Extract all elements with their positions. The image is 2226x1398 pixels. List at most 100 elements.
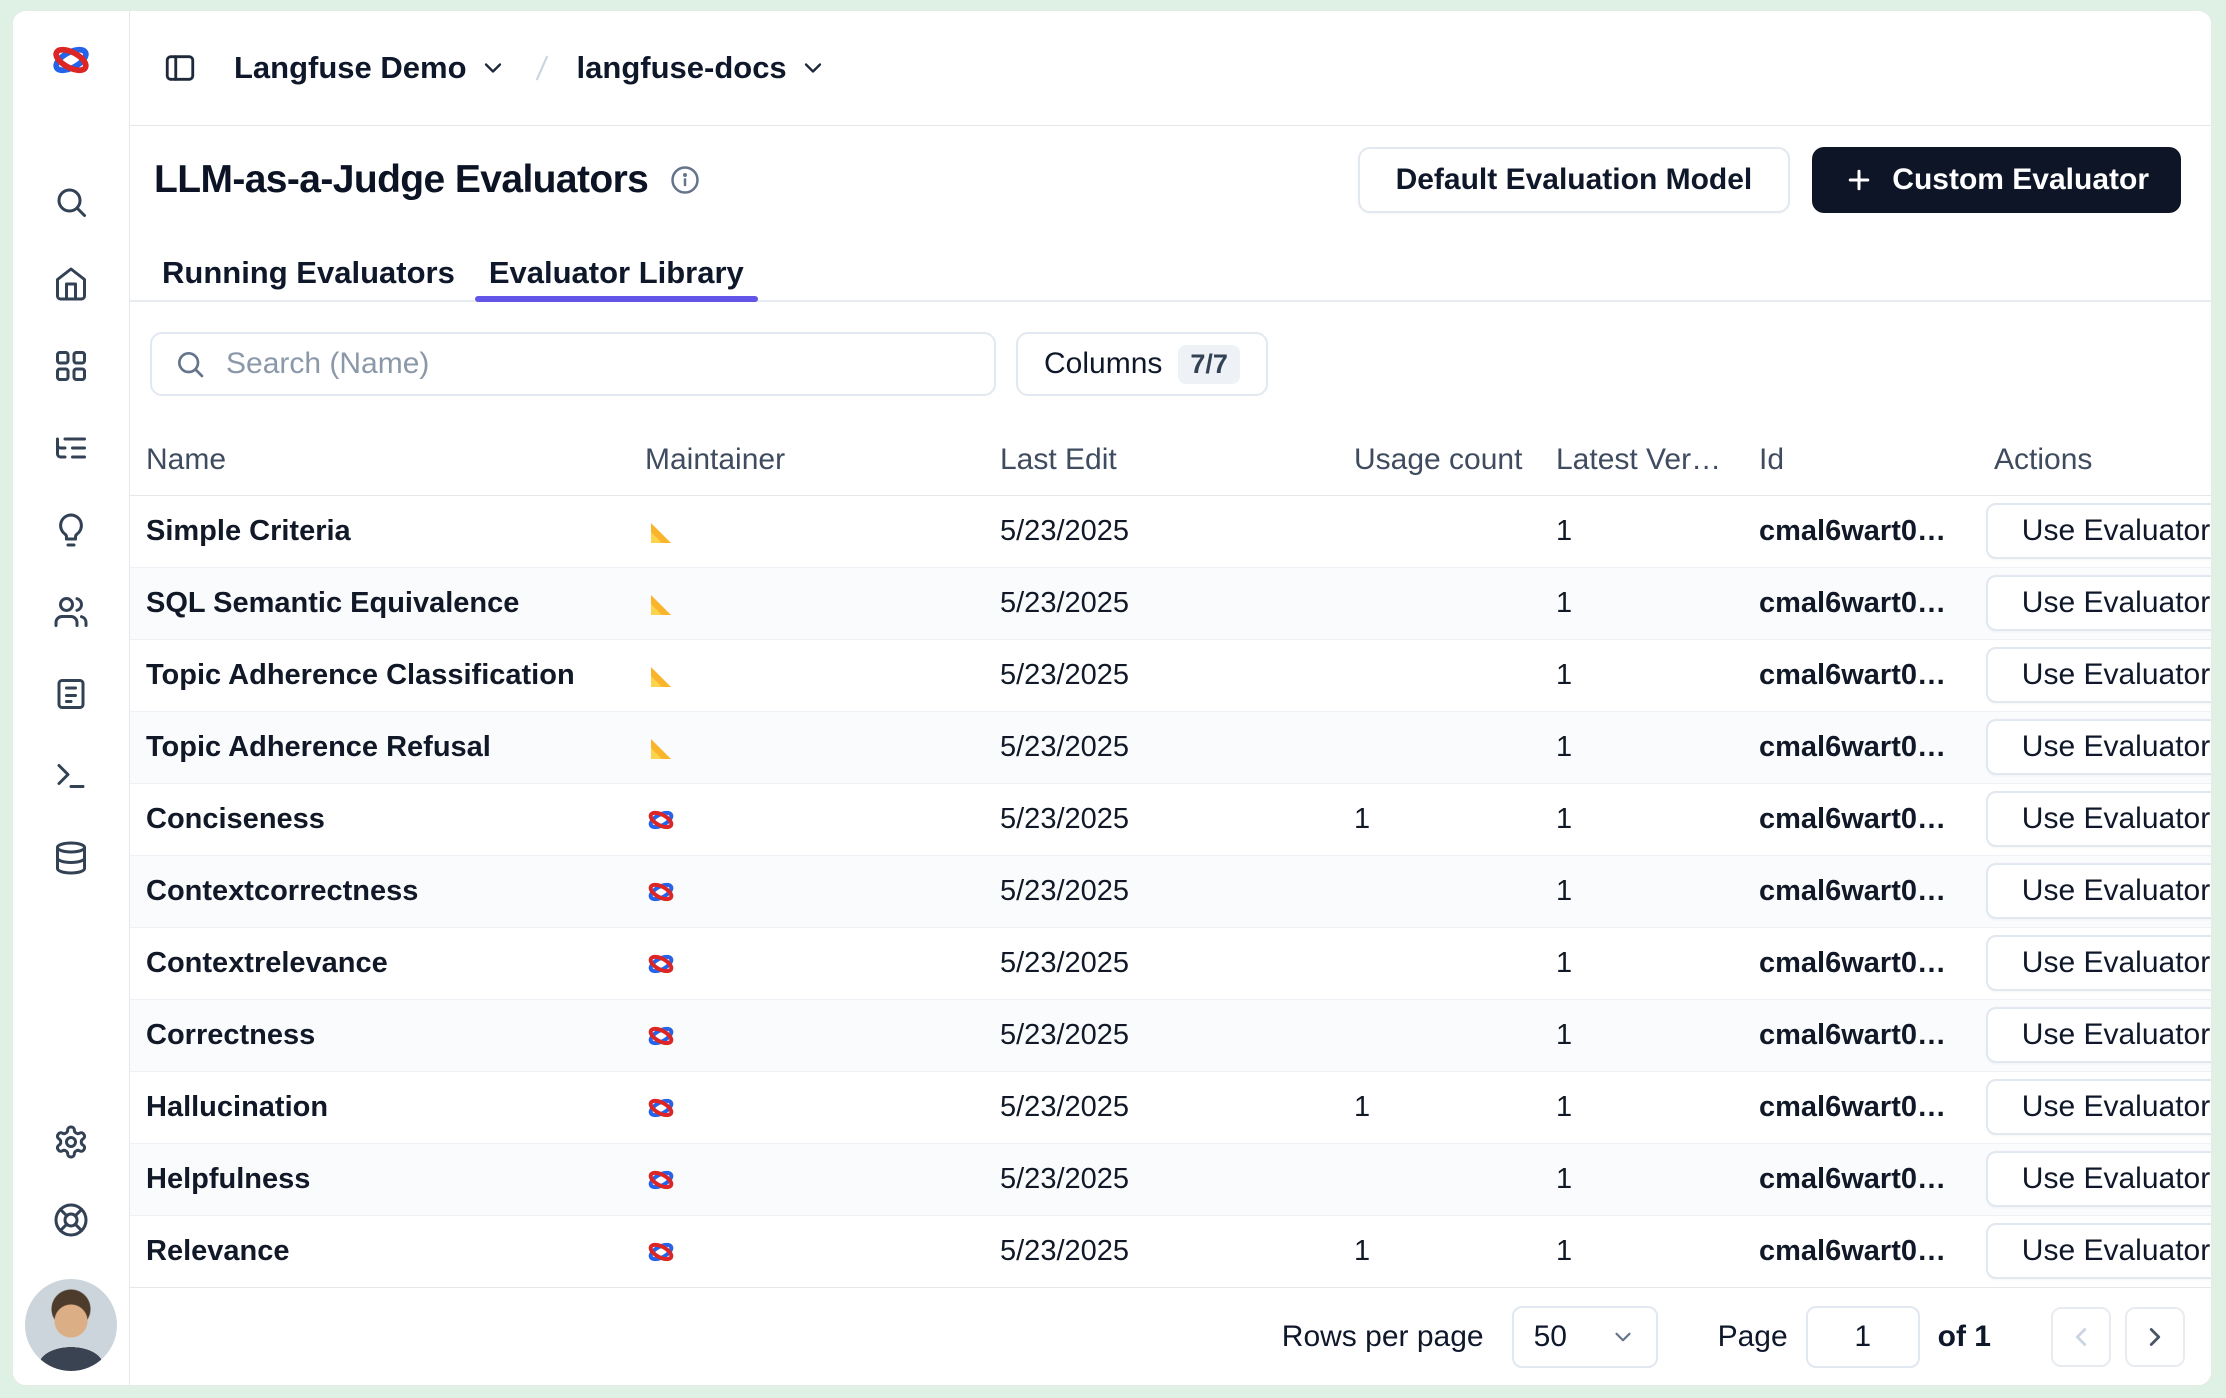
- rows-per-page-label: Rows per page: [1282, 1320, 1484, 1354]
- use-evaluator-button[interactable]: Use Evaluator: [1986, 647, 2212, 703]
- usage-count-value: [1338, 711, 1540, 783]
- latest-version-value: 1: [1540, 1143, 1743, 1215]
- use-evaluator-button[interactable]: Use Evaluator: [1986, 719, 2212, 775]
- table-row[interactable]: Relevance 5/23/2025 1 1 cmal6wart005l...…: [130, 1215, 2211, 1287]
- org-selector[interactable]: Langfuse Demo: [234, 50, 507, 86]
- next-page-button[interactable]: [2125, 1307, 2185, 1367]
- use-evaluator-button[interactable]: Use Evaluator: [1986, 575, 2212, 631]
- previous-page-button[interactable]: [2051, 1307, 2111, 1367]
- tab-evaluator-library[interactable]: Evaluator Library: [481, 245, 752, 300]
- maintainer-ragas-icon: [645, 660, 677, 692]
- terminal-icon: [53, 758, 89, 794]
- sidebar: [13, 11, 130, 1385]
- maintainer-langfuse-icon: [645, 804, 677, 836]
- sidebar-item-database[interactable]: [52, 839, 90, 877]
- usage-count-value: 1: [1338, 783, 1540, 855]
- table-row[interactable]: Topic Adherence Refusal 5/23/2025 1 cmal…: [130, 711, 2211, 783]
- last-edit-value: 5/23/2025: [984, 567, 1338, 639]
- maintainer-cell: [629, 1071, 984, 1143]
- table-row[interactable]: Helpfulness 5/23/2025 1 cmal6wart004l...…: [130, 1143, 2211, 1215]
- evaluator-id: cmal6wart010l...: [1743, 783, 1978, 855]
- langfuse-logo[interactable]: [13, 37, 129, 83]
- usage-count-value: [1338, 999, 1540, 1071]
- column-header-last-edit[interactable]: Last Edit: [984, 425, 1338, 495]
- sidebar-item-search[interactable]: [52, 183, 90, 221]
- page-label: Page: [1718, 1320, 1788, 1354]
- table-row[interactable]: Topic Adherence Classification 5/23/2025…: [130, 639, 2211, 711]
- maintainer-cell: [629, 639, 984, 711]
- maintainer-ragas-icon: [645, 516, 677, 548]
- info-icon[interactable]: [670, 165, 700, 195]
- evaluator-name: Conciseness: [130, 783, 629, 855]
- rows-per-page-select[interactable]: 50: [1512, 1306, 1658, 1368]
- use-evaluator-button[interactable]: Use Evaluator: [1986, 1007, 2212, 1063]
- column-header-usage-count[interactable]: Usage count: [1338, 425, 1540, 495]
- page-number-input[interactable]: [1806, 1306, 1920, 1368]
- evaluator-id: cmal6wart007l...: [1743, 999, 1978, 1071]
- sidebar-toggle-button[interactable]: [160, 48, 200, 88]
- use-evaluator-button[interactable]: Use Evaluator: [1986, 863, 2212, 919]
- use-evaluator-button[interactable]: Use Evaluator: [1986, 1151, 2212, 1207]
- sidebar-item-settings[interactable]: [52, 1123, 90, 1161]
- tab-running-evaluators[interactable]: Running Evaluators: [154, 245, 463, 300]
- sidebar-item-evaluation[interactable]: [52, 511, 90, 549]
- usage-count-value: [1338, 855, 1540, 927]
- sidebar-item-tracing[interactable]: [52, 429, 90, 467]
- last-edit-value: 5/23/2025: [984, 495, 1338, 567]
- use-evaluator-button[interactable]: Use Evaluator: [1986, 791, 2212, 847]
- sidebar-item-datasets[interactable]: [52, 675, 90, 713]
- use-evaluator-button[interactable]: Use Evaluator: [1986, 1079, 2212, 1135]
- search-icon: [53, 184, 89, 220]
- column-header-maintainer[interactable]: Maintainer: [629, 425, 984, 495]
- latest-version-value: 1: [1540, 1071, 1743, 1143]
- sidebar-item-support[interactable]: [52, 1201, 90, 1239]
- chevron-right-icon: [2140, 1322, 2170, 1352]
- topbar: Langfuse Demo langfuse-docs: [130, 11, 2211, 126]
- evaluator-id: cmal6wart009l...: [1743, 855, 1978, 927]
- evaluator-id: cmal6wart010l...: [1743, 495, 1978, 567]
- sidebar-item-dashboards[interactable]: [52, 347, 90, 385]
- avatar[interactable]: [25, 1279, 117, 1371]
- column-header-id[interactable]: Id: [1743, 425, 1978, 495]
- latest-version-value: 1: [1540, 639, 1743, 711]
- use-evaluator-button[interactable]: Use Evaluator: [1986, 1223, 2212, 1279]
- columns-label: Columns: [1044, 347, 1162, 381]
- table-row[interactable]: Conciseness 5/23/2025 1 1 cmal6wart010l.…: [130, 783, 2211, 855]
- table-row[interactable]: Correctness 5/23/2025 1 cmal6wart007l...…: [130, 999, 2211, 1071]
- sidebar-item-home[interactable]: [52, 265, 90, 303]
- sidebar-item-playground[interactable]: [52, 757, 90, 795]
- column-header-actions: Actions: [1978, 425, 2211, 495]
- use-evaluator-button[interactable]: Use Evaluator: [1986, 935, 2212, 991]
- latest-version-value: 1: [1540, 495, 1743, 567]
- evaluator-id: cmal6wart008l...: [1743, 927, 1978, 999]
- usage-count-value: [1338, 495, 1540, 567]
- evaluator-id: cmal6wart004l...: [1743, 1143, 1978, 1215]
- evaluator-name: SQL Semantic Equivalence: [130, 567, 629, 639]
- latest-version-value: 1: [1540, 783, 1743, 855]
- usage-count-value: [1338, 567, 1540, 639]
- columns-button[interactable]: Columns 7/7: [1016, 332, 1268, 396]
- evaluator-name: Relevance: [130, 1215, 629, 1287]
- use-evaluator-button[interactable]: Use Evaluator: [1986, 503, 2212, 559]
- project-selector[interactable]: langfuse-docs: [577, 50, 827, 86]
- column-header-name[interactable]: Name: [130, 425, 629, 495]
- table-row[interactable]: SQL Semantic Equivalence 5/23/2025 1 cma…: [130, 567, 2211, 639]
- table-row[interactable]: Contextrelevance 5/23/2025 1 cmal6wart00…: [130, 927, 2211, 999]
- table-row[interactable]: Contextcorrectness 5/23/2025 1 cmal6wart…: [130, 855, 2211, 927]
- last-edit-value: 5/23/2025: [984, 783, 1338, 855]
- maintainer-ragas-icon: [645, 732, 677, 764]
- table-row[interactable]: Hallucination 5/23/2025 1 1 cmal6wart004…: [130, 1071, 2211, 1143]
- table-row[interactable]: Simple Criteria 5/23/2025 1 cmal6wart010…: [130, 495, 2211, 567]
- default-evaluation-model-button[interactable]: Default Evaluation Model: [1358, 147, 1791, 213]
- breadcrumb-slash-icon: [525, 51, 559, 85]
- custom-evaluator-button[interactable]: Custom Evaluator: [1812, 147, 2181, 213]
- maintainer-cell: [629, 495, 984, 567]
- usage-count-value: [1338, 1143, 1540, 1215]
- column-header-latest-version[interactable]: Latest Vers...: [1540, 425, 1743, 495]
- sidebar-item-users[interactable]: [52, 593, 90, 631]
- search-input[interactable]: [226, 347, 972, 381]
- evaluator-id: cmal6wart010l...: [1743, 711, 1978, 783]
- main-content: LLM-as-a-Judge Evaluators Default Evalua…: [130, 127, 2211, 1385]
- evaluator-name: Hallucination: [130, 1071, 629, 1143]
- maintainer-cell: [629, 783, 984, 855]
